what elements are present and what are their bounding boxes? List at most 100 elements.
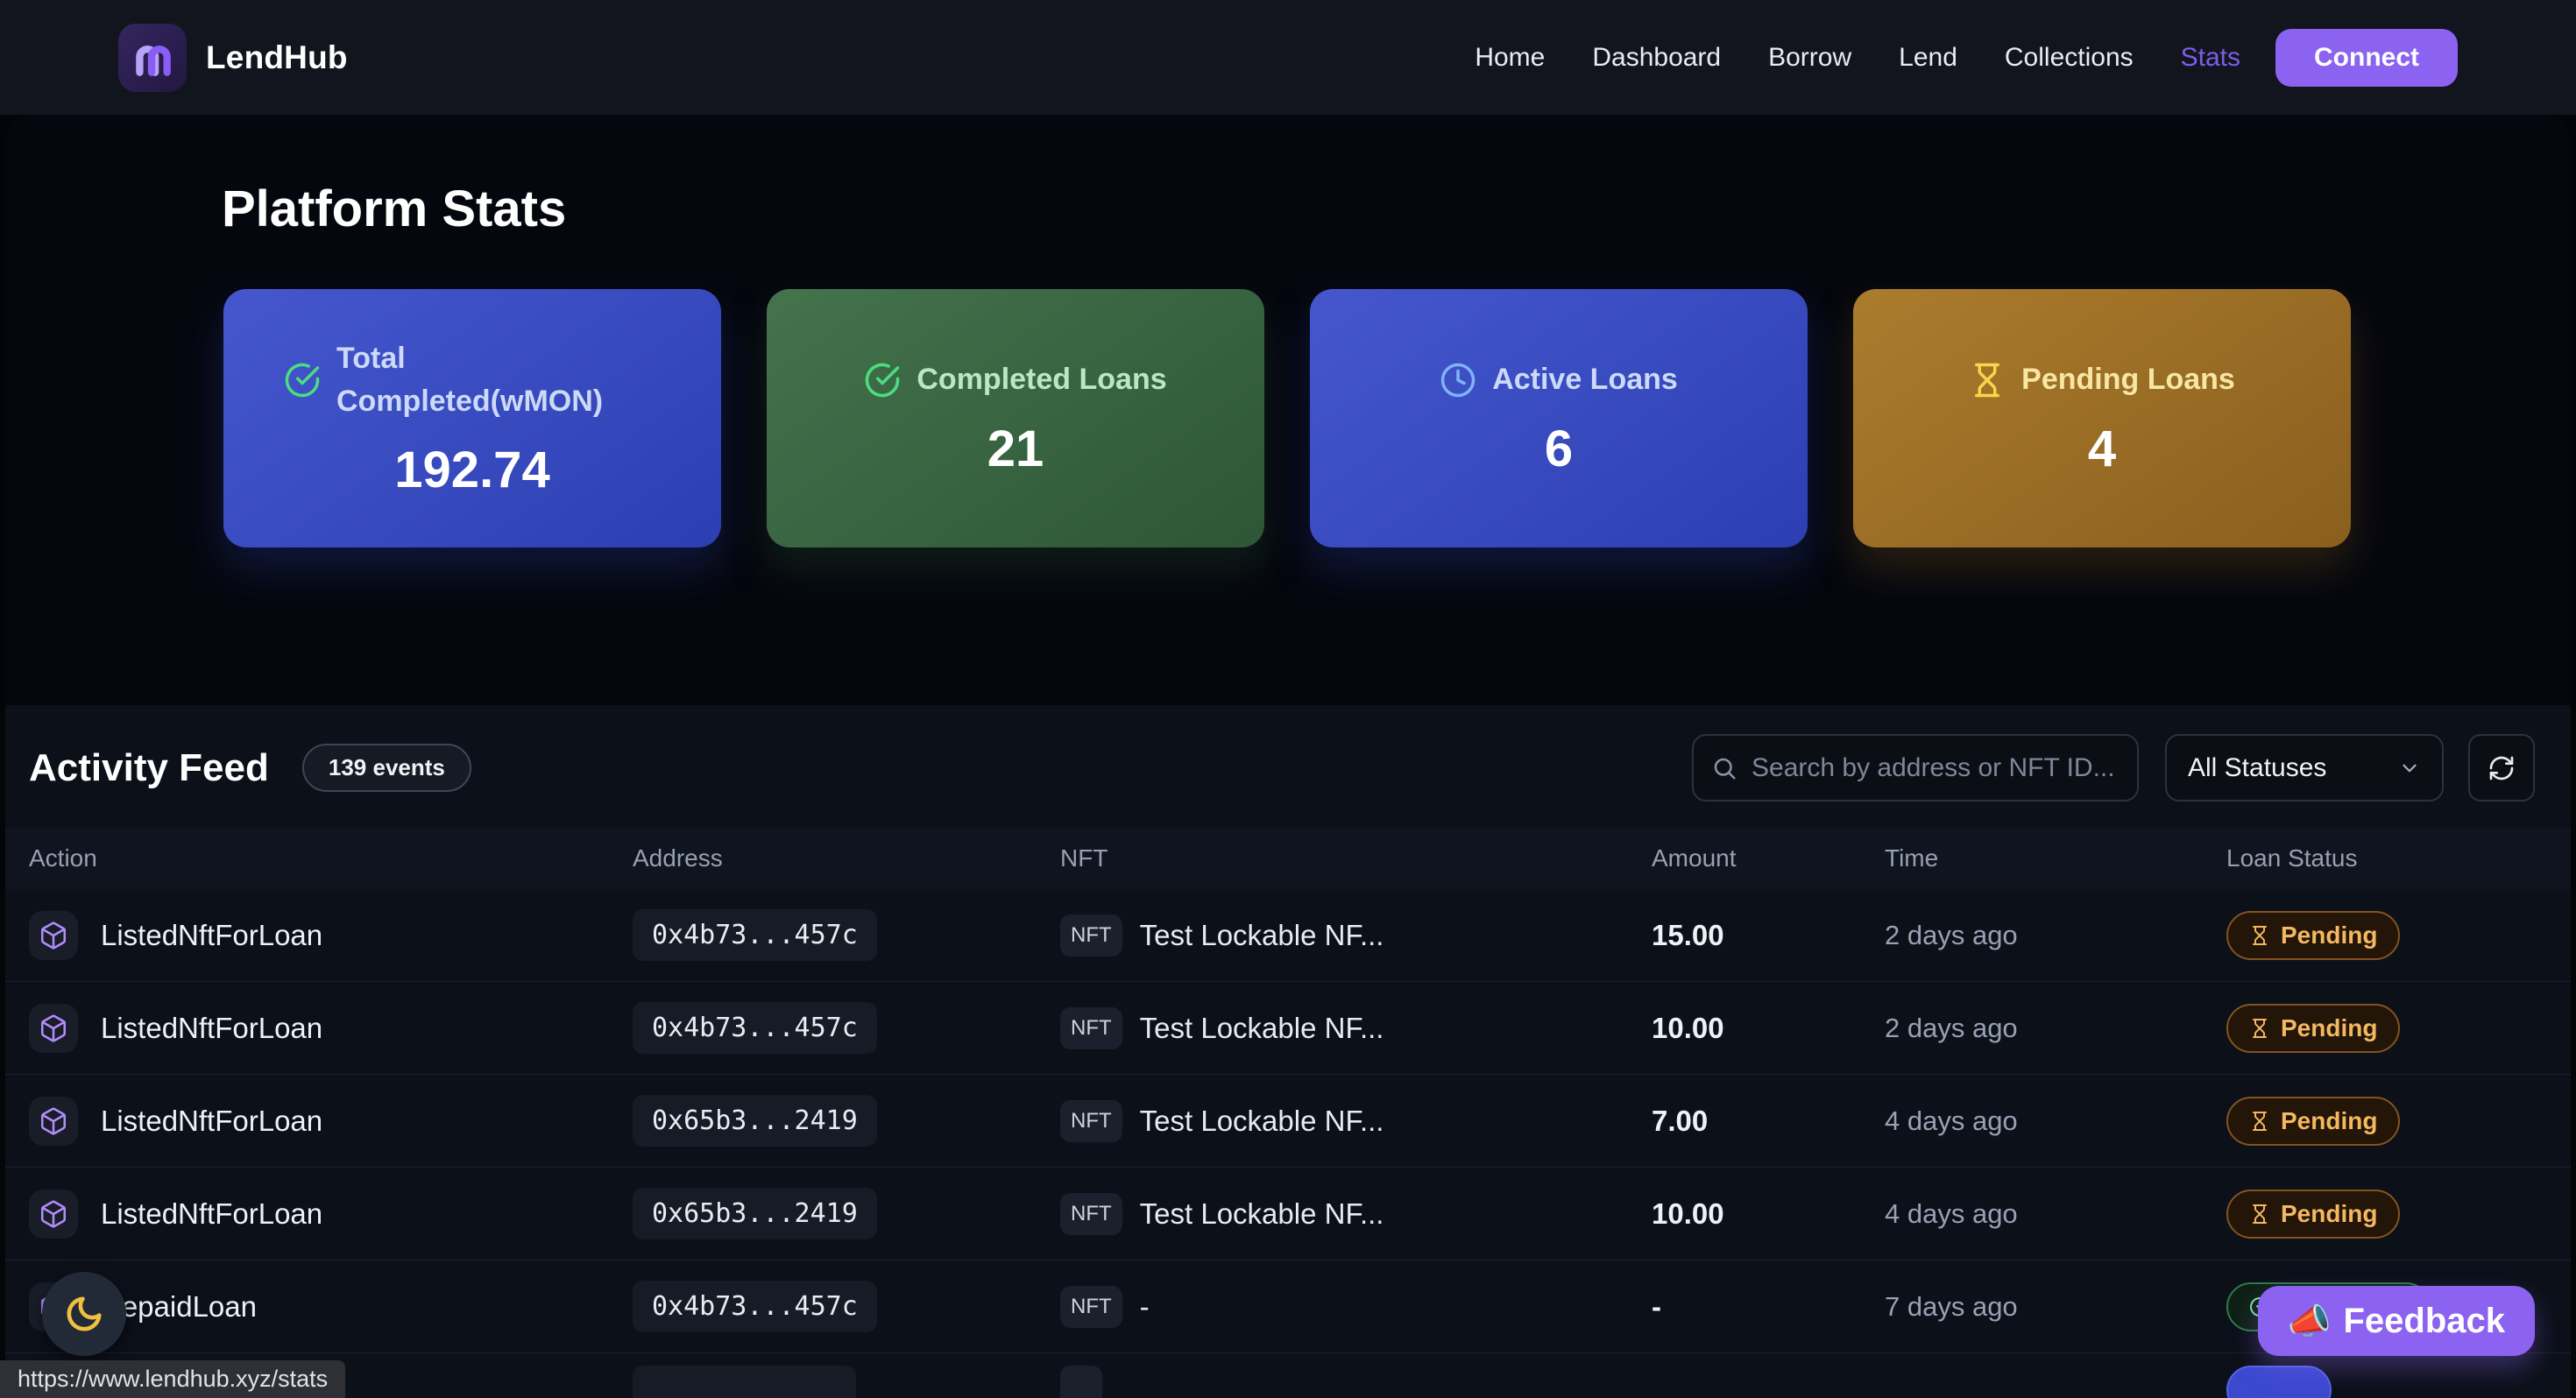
address-chip: 0x65b3...2419 [633,1188,877,1239]
brand[interactable]: LendHub [118,24,348,92]
hourglass-icon [1969,362,2006,399]
nft-name: Test Lockable NF... [1140,1105,1384,1138]
chevron-down-icon [2398,757,2421,780]
refresh-button[interactable] [2468,734,2535,801]
col-header-loan-status: Loan Status [2226,844,2571,872]
amount-value: 10.00 [1652,1012,1885,1045]
action-label: ListedNftForLoan [101,1197,322,1231]
events-count-badge: 139 events [302,744,471,792]
col-header-address: Address [633,844,1060,872]
search-icon [1711,755,1737,781]
stat-card-value: 192.74 [394,441,549,499]
nav-item-stats[interactable]: Stats [2181,43,2240,73]
nav-item-lend[interactable]: Lend [1899,43,1957,73]
brand-name: LendHub [206,39,348,76]
hourglass-icon [2249,1204,2270,1225]
time-value: 4 days ago [1885,1105,2226,1137]
moon-icon [64,1294,104,1334]
activity-feed-section: Activity Feed 139 events All Statuses [5,705,2571,1398]
nft-name: Test Lockable NF... [1140,919,1384,952]
table-row-partial [5,1353,2571,1398]
stat-card-label: Pending Loans [2021,358,2235,401]
time-value: 2 days ago [1885,920,2226,951]
hourglass-icon [2249,1018,2270,1039]
search-input[interactable] [1752,753,2120,783]
col-header-nft: NFT [1060,844,1652,872]
dark-mode-toggle[interactable] [42,1272,126,1356]
refresh-icon [2488,754,2516,782]
stat-card-value: 21 [987,420,1044,478]
nft-tag: NFT [1060,1193,1122,1235]
table-row: ListedNftForLoan 0x65b3...2419 NFT Test … [5,1168,2571,1260]
hourglass-icon [2249,1111,2270,1132]
status-bar-url: https://www.lendhub.xyz/stats [0,1360,345,1398]
stat-card-label: Active Loans [1492,358,1678,401]
navbar: LendHub Home Dashboard Borrow Lend Colle… [0,0,2576,115]
status-badge-pending: Pending [2226,911,2400,960]
status-badge-active [2226,1366,2332,1398]
package-icon [29,911,78,960]
megaphone-icon: 📣 [2288,1301,2332,1342]
activity-feed-title: Activity Feed [29,746,269,790]
clock-icon [1440,362,1476,399]
nav-links: Home Dashboard Borrow Lend Collections S… [1475,43,2240,73]
amount-value: 7.00 [1652,1105,1885,1138]
amount-value: - [1652,1290,1885,1324]
nft-tag: NFT [1060,1007,1122,1049]
stat-card-pending-loans: Pending Loans 4 [1853,289,2351,547]
address-chip: 0x4b73...457c [633,909,877,961]
check-circle-icon [864,362,901,399]
amount-value: 10.00 [1652,1197,1885,1231]
col-header-amount: Amount [1652,844,1885,872]
nav-item-collections[interactable]: Collections [2005,43,2134,73]
stats-panel: Platform Stats Total Completed(wMON) 192… [5,115,2571,705]
stats-cards: Total Completed(wMON) 192.74 Completed L… [223,289,2571,547]
address-chip [633,1366,856,1398]
nft-tag: NFT [1060,1100,1122,1142]
connect-wallet-button[interactable]: Connect [2275,29,2458,87]
table-row: ListedNftForLoan 0x4b73...457c NFT Test … [5,982,2571,1075]
stat-card-label: Total Completed(wMON) [336,337,661,424]
address-chip: 0x65b3...2419 [633,1095,877,1147]
lendhub-logo-icon [118,24,187,92]
status-filter-value: All Statuses [2188,753,2326,783]
status-badge-pending: Pending [2226,1004,2400,1053]
nav-item-home[interactable]: Home [1475,43,1545,73]
activity-feed-header: Activity Feed 139 events All Statuses [29,734,2535,801]
address-chip: 0x4b73...457c [633,1002,877,1054]
amount-value: 15.00 [1652,919,1885,952]
hourglass-icon [2249,925,2270,946]
nft-tag: NFT [1060,1286,1122,1328]
check-circle-icon [284,362,321,399]
feedback-label: Feedback [2343,1302,2505,1341]
nft-name: Test Lockable NF... [1140,1012,1384,1045]
nft-tag [1060,1366,1102,1398]
nft-name: - [1140,1290,1150,1324]
nav-item-borrow[interactable]: Borrow [1768,43,1851,73]
stat-card-value: 6 [1545,420,1573,478]
nav-item-dashboard[interactable]: Dashboard [1592,43,1721,73]
table-header-row: Action Address NFT Amount Time Loan Stat… [5,828,2571,889]
feedback-button[interactable]: 📣 Feedback [2258,1286,2535,1356]
nft-tag: NFT [1060,914,1122,957]
stat-card-label: Completed Loans [916,358,1166,401]
table-row: ListedNftForLoan 0x4b73...457c NFT Test … [5,889,2571,982]
action-label: ListedNftForLoan [101,919,322,952]
action-label: ListedNftForLoan [101,1012,322,1045]
col-header-action: Action [29,844,633,872]
stat-card-completed-loans: Completed Loans 21 [767,289,1264,547]
status-filter-select[interactable]: All Statuses [2165,734,2444,801]
package-icon [29,1190,78,1239]
page-title: Platform Stats [222,180,2571,238]
status-badge-pending: Pending [2226,1097,2400,1146]
time-value: 2 days ago [1885,1013,2226,1044]
status-badge-pending: Pending [2226,1190,2400,1239]
nft-name: Test Lockable NF... [1140,1197,1384,1231]
address-chip: 0x4b73...457c [633,1281,877,1332]
package-icon [29,1097,78,1146]
time-value: 7 days ago [1885,1291,2226,1323]
package-icon [29,1004,78,1053]
stat-card-value: 4 [2088,420,2116,478]
action-label: ListedNftForLoan [101,1105,322,1138]
lendhub-stats-page: LendHub Home Dashboard Borrow Lend Colle… [0,0,2576,1398]
